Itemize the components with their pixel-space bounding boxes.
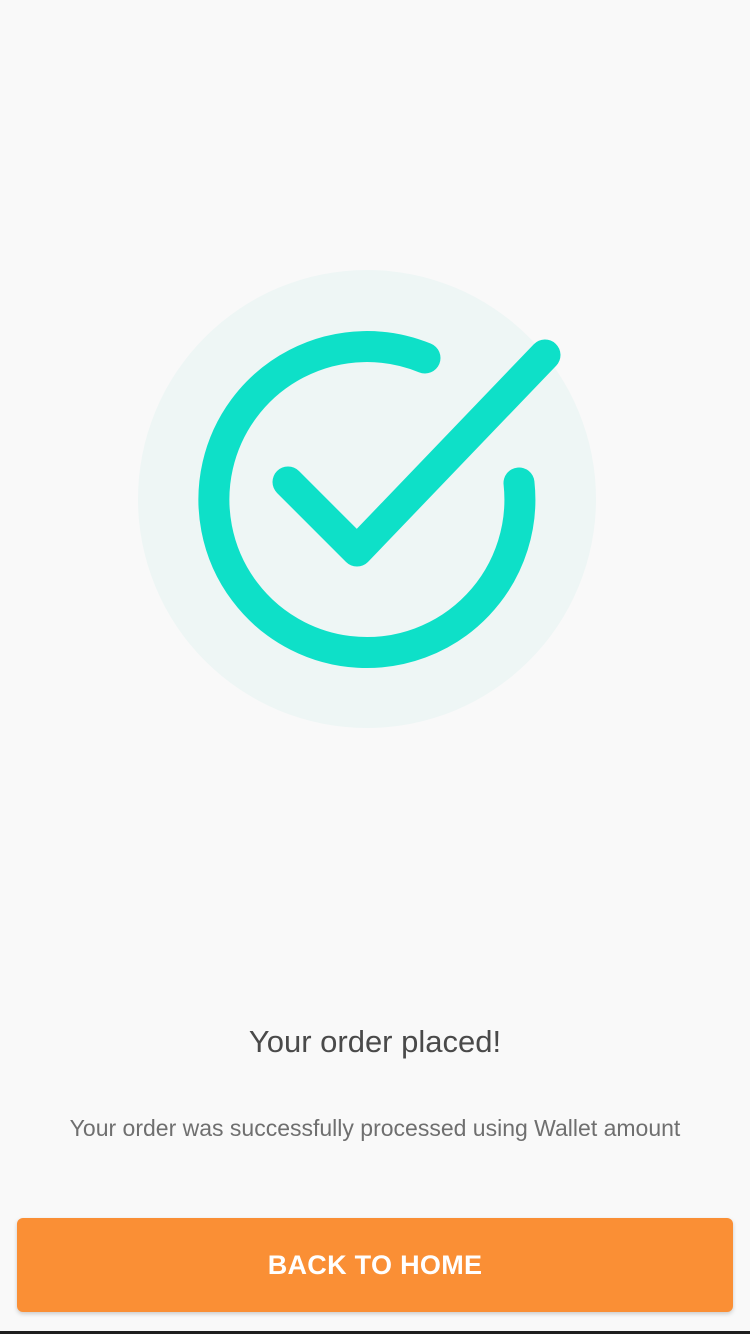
back-to-home-button[interactable]: BACK TO HOME <box>17 1218 733 1312</box>
back-to-home-label: BACK TO HOME <box>267 1249 483 1280</box>
success-message: Your order was successfully processed us… <box>69 1115 681 1141</box>
success-check-icon <box>138 270 596 728</box>
check-circle-icon <box>138 270 596 728</box>
page-title: Your order placed! <box>248 1024 502 1059</box>
